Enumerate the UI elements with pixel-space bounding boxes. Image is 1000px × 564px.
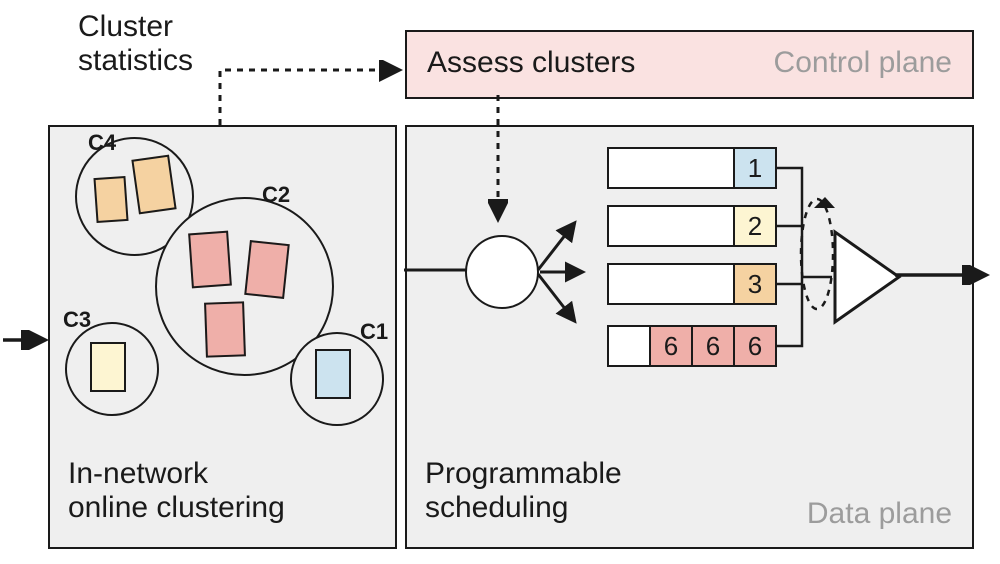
queue-4: 6 6 6 [607, 325, 777, 367]
in-network-label: In-network online clustering [68, 457, 285, 525]
assess-clusters-label: Assess clusters [427, 46, 635, 80]
queue-2-cell: 2 [733, 207, 775, 245]
scheduler-triangle-icon [832, 229, 902, 325]
cluster-statistics-label-line1: Cluster [78, 10, 193, 44]
control-plane-label: Control plane [774, 46, 952, 80]
queue-4-cell-a: 6 [649, 327, 691, 365]
programmable-scheduling-label: Programmable scheduling [425, 457, 622, 525]
packet-orange [93, 176, 128, 223]
packet-blue [315, 349, 351, 399]
programmable-scheduling-label-line2: scheduling [425, 491, 622, 525]
packet-red [204, 301, 246, 357]
demux-circle [465, 235, 539, 309]
queue-4-cell-b: 6 [691, 327, 733, 365]
cluster-c4-label: C4 [88, 130, 116, 156]
cluster-c3-label: C3 [63, 307, 91, 333]
input-arrow-icon [0, 330, 55, 350]
demux-arrows-icon [535, 207, 605, 337]
output-arrow-icon [895, 265, 995, 285]
queue-4-cell-c: 6 [733, 327, 775, 365]
cluster-c2-label: C2 [262, 182, 290, 208]
data-plane-label: Data plane [807, 497, 952, 531]
queue-2: 2 [607, 205, 777, 247]
packet-yellow [90, 342, 126, 392]
packet-orange [131, 155, 176, 215]
dotted-down-arrow-icon [488, 95, 508, 230]
queue-3: 3 [607, 263, 777, 305]
queue-1-cell: 1 [733, 149, 775, 187]
queue-1: 1 [607, 147, 777, 189]
in-network-label-line2: online clustering [68, 491, 285, 525]
programmable-scheduling-label-line1: Programmable [425, 457, 622, 491]
control-plane-box: Assess clusters Control plane [405, 30, 974, 99]
queue-3-cell: 3 [733, 265, 775, 303]
cluster-c1-label: C1 [360, 319, 388, 345]
cluster-statistics-label-line2: statistics [78, 44, 193, 78]
in-network-label-line1: In-network [68, 457, 285, 491]
packet-red [188, 231, 232, 289]
dotted-up-arrow-icon [215, 60, 415, 130]
packet-red [244, 240, 290, 299]
in-network-clustering-box: C4 C2 C3 C1 In-network online clustering [48, 125, 397, 549]
cluster-statistics-label: Cluster statistics [78, 10, 193, 78]
